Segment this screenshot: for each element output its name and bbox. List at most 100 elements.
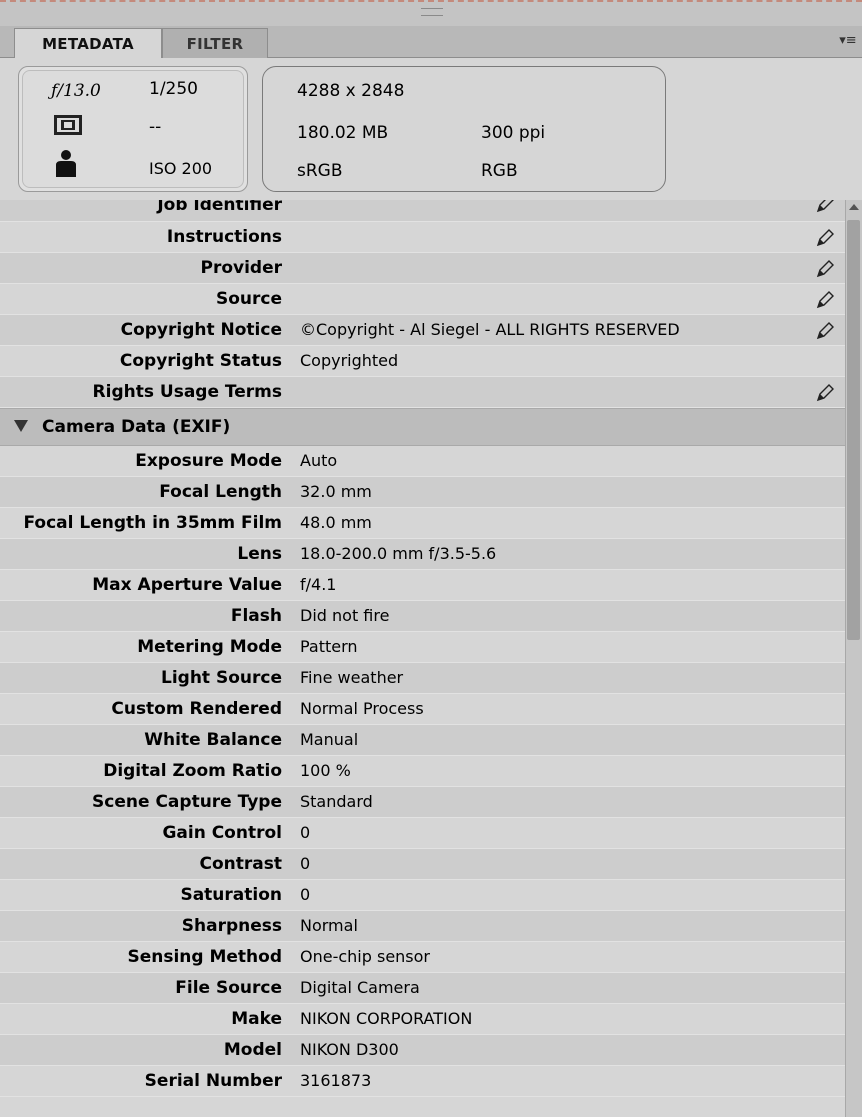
exif-row: Saturation 0 xyxy=(0,880,845,911)
exif-row: File Source Digital Camera xyxy=(0,973,845,1004)
exif-row: Sharpness Normal xyxy=(0,911,845,942)
section-camera-data-exif[interactable]: Camera Data (EXIF) xyxy=(0,408,845,446)
tab-bar: METADATA FILTER xyxy=(0,26,862,58)
field-label: Focal Length in 35mm Film xyxy=(23,513,282,533)
pencil-icon[interactable] xyxy=(815,290,835,310)
field-value: Digital Camera xyxy=(300,978,420,997)
field-value: Fine weather xyxy=(300,668,404,687)
color-mode: RGB xyxy=(481,161,518,181)
field-row-copyright-status: Copyright Status Copyrighted xyxy=(0,346,845,377)
pencil-icon[interactable] xyxy=(815,228,835,248)
field-label: Job Identifier xyxy=(157,200,282,215)
exif-row: Serial Number 3161873 xyxy=(0,1066,845,1097)
field-value: One-chip sensor xyxy=(300,947,430,966)
file-properties-box: 4288 x 2848 180.02 MB 300 ppi sRGB RGB xyxy=(262,66,666,192)
field-value: 3161873 xyxy=(300,1071,372,1090)
pencil-icon[interactable] xyxy=(815,321,835,341)
field-label: Scene Capture Type xyxy=(92,792,282,812)
exif-row: Contrast 0 xyxy=(0,849,845,880)
field-label: Provider xyxy=(200,258,282,278)
resolution: 300 ppi xyxy=(481,123,546,143)
field-label: Serial Number xyxy=(144,1071,282,1091)
field-label: Rights Usage Terms xyxy=(92,382,282,402)
field-value: 0 xyxy=(300,823,311,842)
field-label: Source xyxy=(215,289,282,309)
exif-row: Lens 18.0-200.0 mm f/3.5-5.6 xyxy=(0,539,845,570)
field-value: Pattern xyxy=(300,637,358,656)
field-label: Instructions xyxy=(166,227,282,247)
field-label: Lens xyxy=(237,544,282,564)
field-value: 32.0 mm xyxy=(300,482,372,501)
field-label: Copyright Status xyxy=(119,351,282,371)
pencil-icon[interactable] xyxy=(815,200,835,214)
exif-row: Metering Mode Pattern xyxy=(0,632,845,663)
tab-filter[interactable]: FILTER xyxy=(162,28,268,58)
field-label: Digital Zoom Ratio xyxy=(103,761,282,781)
scroll-up-arrow-icon[interactable] xyxy=(849,204,859,210)
field-label: White Balance xyxy=(144,730,282,750)
file-size: 180.02 MB xyxy=(297,123,389,143)
field-value: 18.0-200.0 mm f/3.5-5.6 xyxy=(300,544,497,563)
field-value[interactable]: ©Copyright - Al Siegel - ALL RIGHTS RESE… xyxy=(300,315,680,345)
section-title: Camera Data (EXIF) xyxy=(42,417,231,437)
field-label: Gain Control xyxy=(162,823,282,843)
metering-value: -- xyxy=(149,117,162,137)
panel-grip[interactable] xyxy=(0,0,862,26)
tab-metadata[interactable]: METADATA xyxy=(14,28,162,58)
field-label: Saturation xyxy=(180,885,282,905)
field-row-job-identifier: Job Identifier xyxy=(0,200,845,222)
vertical-scrollbar[interactable] xyxy=(845,200,862,1117)
field-label: Custom Rendered xyxy=(111,699,282,719)
field-value: Standard xyxy=(300,792,373,811)
exif-row: Scene Capture Type Standard xyxy=(0,787,845,818)
field-value: Manual xyxy=(300,730,359,749)
pencil-icon[interactable] xyxy=(815,259,835,279)
field-label: Exposure Mode xyxy=(135,451,282,471)
exif-row: Digital Zoom Ratio 100 % xyxy=(0,756,845,787)
field-value: Did not fire xyxy=(300,606,390,625)
field-label: Model xyxy=(223,1040,282,1060)
pencil-icon[interactable] xyxy=(815,383,835,403)
field-value: 0 xyxy=(300,885,311,904)
field-value: 48.0 mm xyxy=(300,513,372,532)
field-row-rights-usage-terms: Rights Usage Terms xyxy=(0,377,845,408)
camera-settings-box: ƒ/13.0 1/250 -- ISO 200 xyxy=(18,66,248,192)
grip-handle-icon[interactable] xyxy=(421,8,443,16)
field-label: Focal Length xyxy=(159,482,282,502)
field-label: Make xyxy=(231,1009,282,1029)
field-row-provider: Provider xyxy=(0,253,845,284)
field-value: NIKON CORPORATION xyxy=(300,1009,473,1028)
field-value: 100 % xyxy=(300,761,351,780)
exif-row: Flash Did not fire xyxy=(0,601,845,632)
exif-row: Max Aperture Value f/4.1 xyxy=(0,570,845,601)
field-value: Normal Process xyxy=(300,699,424,718)
field-row-copyright-notice: Copyright Notice ©Copyright - Al Siegel … xyxy=(0,315,845,346)
image-dimensions: 4288 x 2848 xyxy=(297,81,405,101)
panel-menu-icon[interactable]: ▾≡ xyxy=(838,32,858,50)
field-label: Copyright Notice xyxy=(120,320,282,340)
exif-row: Exposure Mode Auto xyxy=(0,446,845,477)
field-label: Flash xyxy=(230,606,282,626)
field-label: Metering Mode xyxy=(137,637,282,657)
exif-row: Light Source Fine weather xyxy=(0,663,845,694)
color-profile: sRGB xyxy=(297,161,343,181)
field-row-instructions: Instructions xyxy=(0,222,845,253)
exif-row: White Balance Manual xyxy=(0,725,845,756)
aperture-value: ƒ/13.0 xyxy=(51,81,101,101)
disclosure-triangle-icon[interactable] xyxy=(14,420,28,432)
field-value[interactable]: Copyrighted xyxy=(300,346,398,376)
field-label: Max Aperture Value xyxy=(92,575,282,595)
field-value: Auto xyxy=(300,451,338,470)
field-value: Normal xyxy=(300,916,358,935)
matrix-metering-icon xyxy=(54,115,82,135)
scrollbar-thumb[interactable] xyxy=(847,220,860,640)
shutter-speed-value: 1/250 xyxy=(149,79,198,99)
metadata-list[interactable]: Job Identifier Instructions Provider Sou… xyxy=(0,200,845,1117)
exif-row: Sensing Method One-chip sensor xyxy=(0,942,845,973)
field-row-source: Source xyxy=(0,284,845,315)
field-label: Sharpness xyxy=(181,916,282,936)
field-label: File Source xyxy=(175,978,282,998)
field-value: NIKON D300 xyxy=(300,1040,399,1059)
exif-row: Make NIKON CORPORATION xyxy=(0,1004,845,1035)
exif-row: Gain Control 0 xyxy=(0,818,845,849)
